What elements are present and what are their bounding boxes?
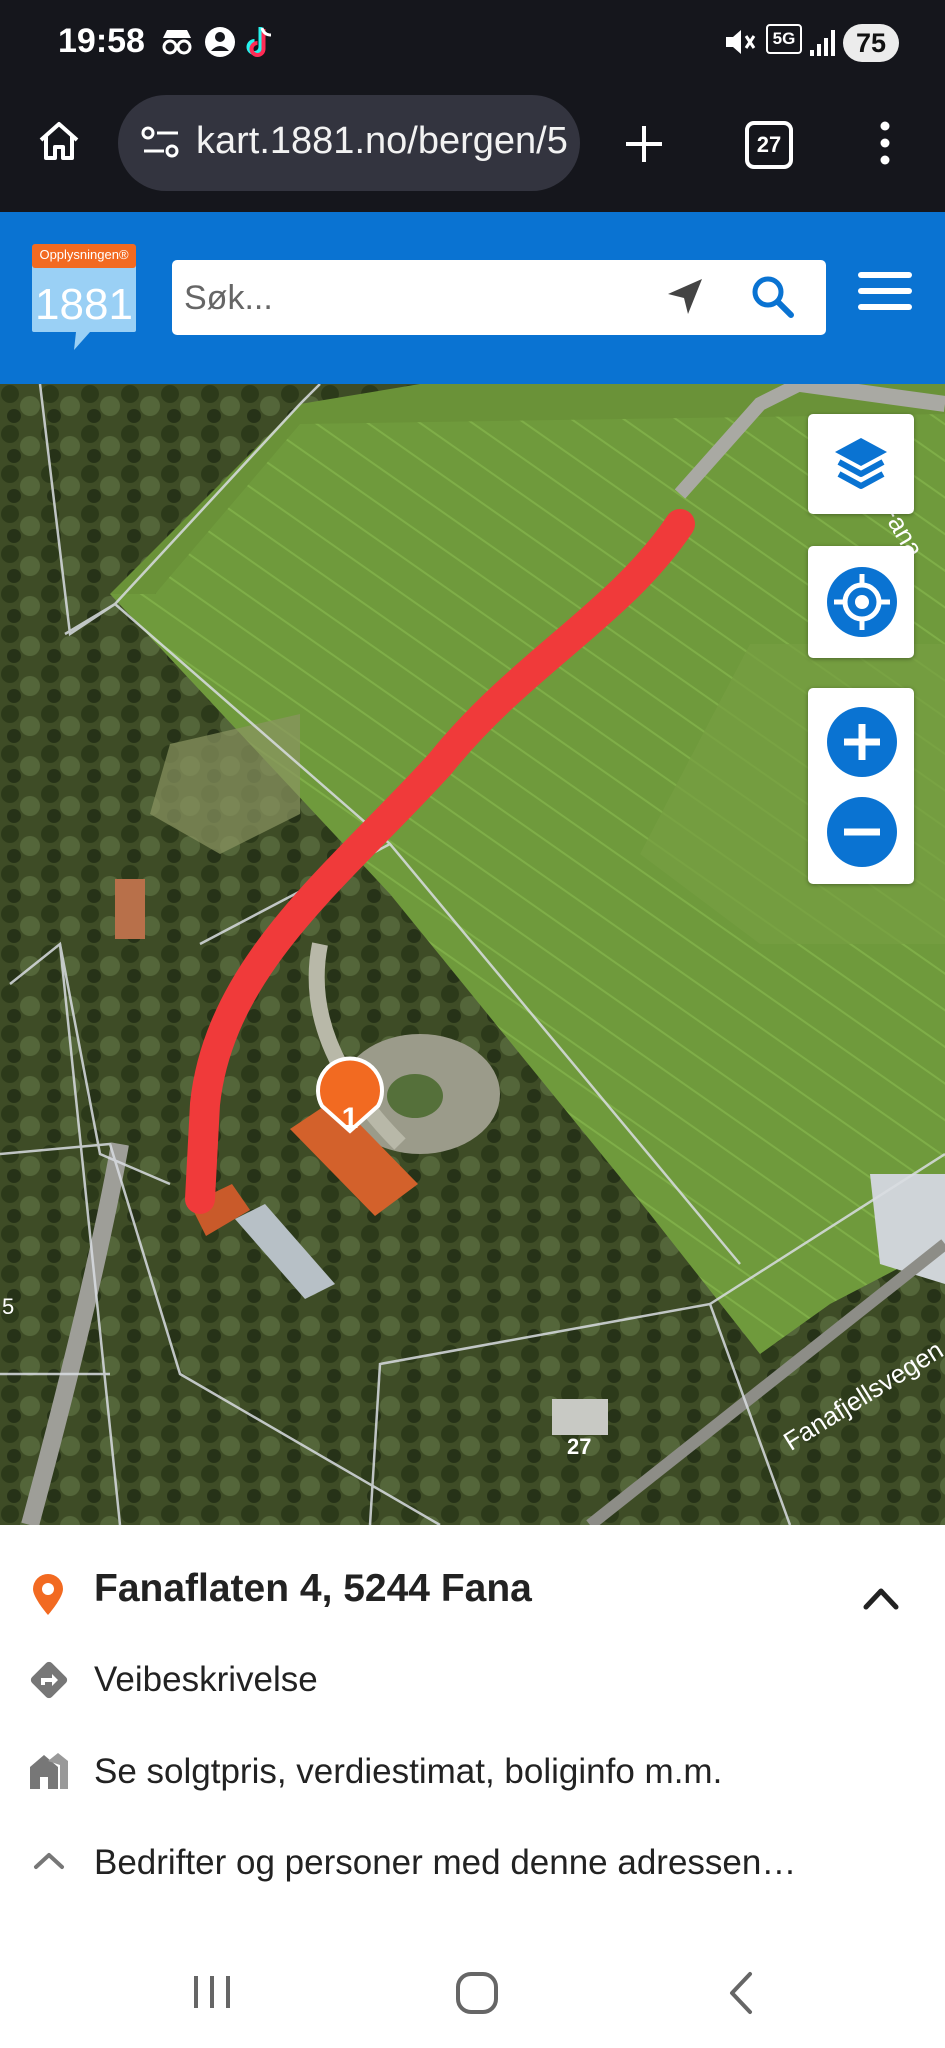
account-icon — [205, 27, 235, 57]
layers-icon — [835, 438, 887, 489]
search-input[interactable] — [182, 270, 666, 327]
system-nav-bar — [0, 1930, 945, 2048]
location-panel: Fanaflaten 4, 5244 Fana Veibeskrivelse S… — [0, 1525, 945, 1930]
address-title: Fanaflaten 4, 5244 Fana — [94, 1567, 532, 1610]
zoom-controls — [808, 688, 914, 884]
incognito-icon — [162, 30, 192, 55]
chevron-up-icon[interactable] — [862, 1585, 900, 1611]
new-tab-icon[interactable] — [620, 120, 668, 168]
network-badge: 5G — [766, 24, 802, 54]
location-pin-icon — [33, 1574, 63, 1615]
signal-icon — [810, 30, 835, 56]
battery-indicator: 75 — [843, 24, 899, 62]
hamburger-menu-icon[interactable] — [856, 268, 914, 316]
directions-link[interactable]: Veibeskrivelse — [94, 1660, 318, 1700]
search-box — [172, 260, 826, 335]
home-icon[interactable] — [36, 118, 82, 164]
tab-switcher-button[interactable]: 27 — [745, 121, 793, 169]
house-number-label: 27 — [567, 1434, 592, 1459]
crosshair-icon — [827, 567, 897, 637]
logo-1881[interactable]: Opplysningen® 1881 — [30, 242, 138, 354]
businesses-link[interactable]: Bedrifter og personer med denne adressen… — [94, 1843, 796, 1883]
house-info-icon — [30, 1753, 68, 1789]
more-menu-icon[interactable] — [870, 118, 900, 168]
tiktok-icon — [246, 27, 272, 57]
expand-up-icon — [34, 1853, 64, 1869]
property-info-link[interactable]: Se solgtpris, verdiestimat, boliginfo m.… — [94, 1752, 722, 1792]
logo-number: 1881 — [35, 280, 133, 329]
locate-me-icon[interactable] — [662, 274, 708, 320]
mute-icon — [726, 30, 756, 54]
url-text: kart.1881.no/bergen/5244 — [196, 120, 568, 162]
address-bar[interactable]: kart.1881.no/bergen/5244 — [118, 95, 580, 191]
map-view[interactable]: Fana Fanafjellsvegen 27 5 — [0, 384, 945, 1525]
edge-number-label: 5 — [2, 1294, 15, 1319]
directions-icon — [30, 1661, 68, 1699]
status-time: 19:58 — [58, 22, 145, 60]
zoom-out-icon[interactable] — [826, 796, 898, 868]
recent-apps-icon[interactable] — [190, 1972, 236, 2012]
back-icon[interactable] — [722, 1970, 762, 2016]
search-icon[interactable] — [748, 272, 798, 322]
map-marker-number[interactable]: 1 — [327, 1102, 373, 1136]
site-settings-icon[interactable] — [140, 123, 182, 163]
zoom-in-icon[interactable] — [826, 706, 898, 778]
logo-badge: Opplysningen® — [39, 247, 129, 262]
home-nav-icon[interactable] — [454, 1970, 500, 2016]
satellite-map — [0, 384, 945, 1525]
layers-button[interactable] — [808, 414, 914, 514]
locate-button[interactable] — [808, 546, 914, 658]
